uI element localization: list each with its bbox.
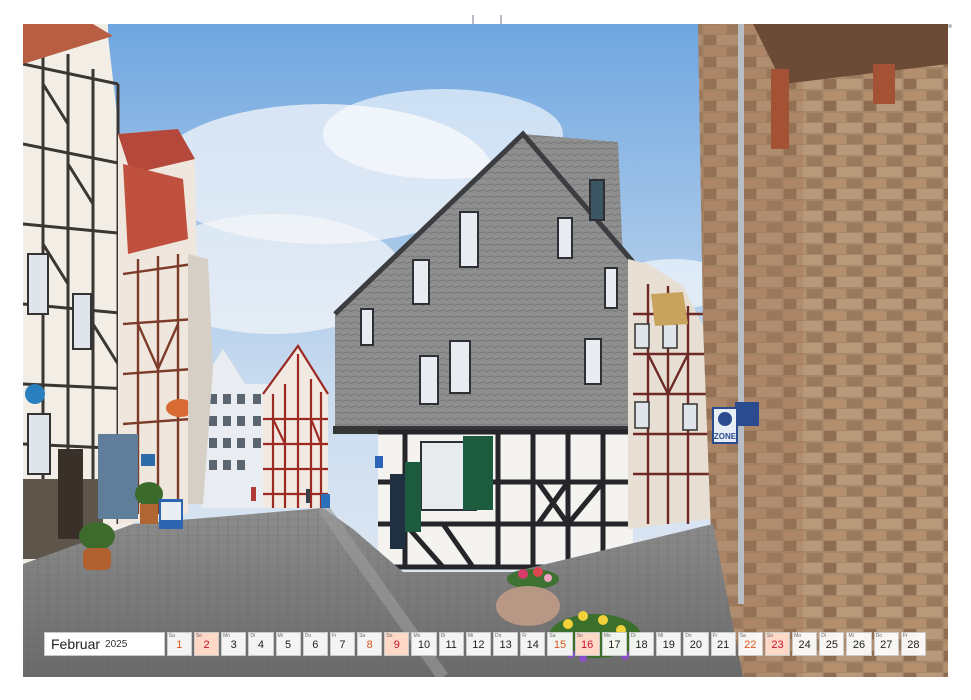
month-label: Februar 2025 [44, 632, 165, 656]
day-number: 12 [472, 639, 485, 651]
day-number: 4 [257, 639, 264, 651]
day-number: 6 [312, 639, 319, 651]
day-cell: Di 25 [819, 632, 845, 656]
day-cell: Do 27 [873, 632, 899, 656]
day-number: 17 [608, 639, 621, 651]
day-cell: Fr 14 [520, 632, 546, 656]
day-cell: Fr 7 [329, 632, 356, 656]
day-number: 27 [880, 639, 893, 651]
day-number: 19 [662, 639, 675, 651]
day-number: 20 [689, 639, 703, 651]
month-name: Februar [51, 636, 101, 652]
day-cell: Mo 3 [221, 632, 247, 656]
zone-sign-text: ZONE [714, 432, 737, 441]
day-number: 14 [526, 639, 539, 651]
day-cell: Sa 1 [166, 632, 192, 656]
day-cell: Mo 17 [601, 632, 627, 656]
day-cell: Mi 19 [656, 632, 682, 656]
day-number: 11 [445, 639, 457, 651]
day-number: 3 [230, 639, 237, 651]
day-cell: Do 13 [493, 632, 519, 656]
day-number: 23 [771, 639, 784, 651]
day-number: 18 [635, 639, 648, 651]
year-label: 2025 [105, 638, 128, 650]
day-number: 25 [825, 639, 838, 651]
day-number: 24 [798, 639, 811, 651]
day-cells: Sa 1 So 2 Mo 3 Di 4 Mi 5 Do 6 Fr 7 Sa 8 So 9 Mo 10 Di 11 Mi 12 D… [166, 632, 928, 656]
day-cell: Sa 22 [737, 632, 763, 656]
day-cell: Do 6 [302, 632, 328, 656]
day-cell: So 16 [574, 632, 600, 656]
day-number: 2 [203, 639, 210, 651]
day-cell: Fr 28 [900, 632, 926, 656]
day-number: 10 [417, 639, 431, 651]
calendar-photo: ZONE [23, 24, 948, 677]
day-number: 16 [581, 639, 594, 651]
day-number: 21 [716, 639, 730, 651]
day-cell: Mi 5 [275, 632, 301, 656]
day-cell: So 9 [384, 632, 410, 656]
day-number: 5 [285, 639, 292, 651]
day-number: 22 [744, 639, 757, 651]
day-cell: Di 4 [248, 632, 274, 656]
day-cell: Sa 8 [357, 632, 383, 656]
day-cell: So 2 [193, 632, 220, 656]
day-cell: Do 20 [683, 632, 709, 656]
day-number: 15 [553, 639, 567, 651]
day-number: 7 [339, 639, 346, 651]
day-number: 9 [393, 639, 400, 651]
calendar-strip: Februar 2025 Sa 1 So 2 Mo 3 Di 4 Mi 5 Do 6 Fr 7 Sa 8 So 9… [44, 632, 928, 656]
day-cell: So 23 [764, 632, 791, 656]
day-cell: Mo 24 [792, 632, 818, 656]
day-cell: Fr 21 [710, 632, 736, 656]
day-number: 8 [366, 639, 373, 651]
day-cell: Di 11 [438, 632, 464, 656]
day-number: 1 [176, 639, 183, 651]
day-cell: Mi 26 [846, 632, 872, 656]
day-number: 26 [852, 639, 866, 651]
day-number: 13 [499, 639, 512, 651]
day-number: 28 [907, 639, 920, 651]
binding-hole [948, 24, 953, 28]
day-cell: Mi 12 [465, 632, 491, 656]
day-cell: Sa 15 [547, 632, 573, 656]
day-cell: Di 18 [628, 632, 655, 656]
day-cell: Mo 10 [411, 632, 437, 656]
